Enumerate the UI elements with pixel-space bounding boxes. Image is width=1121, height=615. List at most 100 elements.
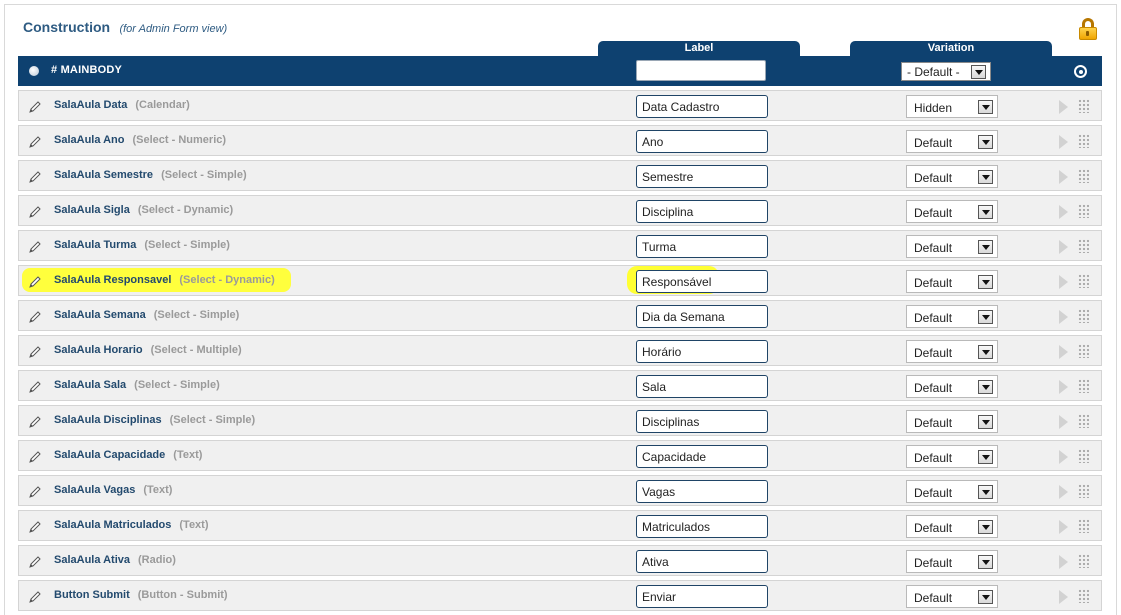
pencil-icon[interactable] (28, 170, 42, 184)
drag-handle-icon[interactable] (1078, 379, 1089, 393)
pencil-icon[interactable] (28, 380, 42, 394)
field-name[interactable]: SalaAula Disciplinas (Select - Simple) (54, 414, 255, 426)
field-row[interactable]: SalaAula Responsavel (Select - Dynamic) Re… (18, 265, 1102, 296)
arrow-right-icon[interactable] (1059, 345, 1068, 359)
pencil-icon[interactable] (28, 240, 42, 254)
mainbody-label-input[interactable] (636, 60, 766, 81)
variation-select[interactable]: Default (906, 130, 998, 153)
label-input[interactable]: Disciplina (636, 200, 768, 223)
variation-select[interactable]: Default (906, 480, 998, 503)
label-input[interactable]: Ano (636, 130, 768, 153)
chevron-down-icon[interactable] (978, 310, 993, 324)
label-input[interactable]: Turma (636, 235, 768, 258)
label-input[interactable]: Dia da Semana (636, 305, 768, 328)
field-name[interactable]: SalaAula Horario (Select - Multiple) (54, 344, 242, 356)
chevron-down-icon[interactable] (978, 450, 993, 464)
drag-handle-icon[interactable] (1078, 554, 1089, 568)
field-name[interactable]: SalaAula Sigla (Select - Dynamic) (54, 204, 233, 216)
chevron-down-icon[interactable] (978, 275, 993, 289)
chevron-down-icon[interactable] (978, 485, 993, 499)
drag-handle-icon[interactable] (1078, 99, 1089, 113)
pencil-icon[interactable] (28, 520, 42, 534)
variation-select[interactable]: Default (906, 375, 998, 398)
chevron-down-icon[interactable] (978, 240, 993, 254)
target-icon[interactable] (1074, 65, 1087, 78)
field-name[interactable]: SalaAula Vagas (Text) (54, 484, 172, 496)
chevron-down-icon[interactable] (978, 380, 993, 394)
variation-select[interactable]: Default (906, 305, 998, 328)
arrow-right-icon[interactable] (1059, 380, 1068, 394)
arrow-right-icon[interactable] (1059, 275, 1068, 289)
variation-select[interactable]: Default (906, 200, 998, 223)
label-input[interactable]: Capacidade (636, 445, 768, 468)
field-row[interactable]: Button Submit (Button - Submit) Enviar Defa… (18, 580, 1102, 611)
field-name[interactable]: SalaAula Capacidade (Text) (54, 449, 202, 461)
chevron-down-icon[interactable] (978, 205, 993, 219)
field-name[interactable]: SalaAula Sala (Select - Simple) (54, 379, 220, 391)
chevron-down-icon[interactable] (978, 415, 993, 429)
arrow-right-icon[interactable] (1059, 205, 1068, 219)
drag-handle-icon[interactable] (1078, 239, 1089, 253)
field-name[interactable]: SalaAula Ano (Select - Numeric) (54, 134, 226, 146)
field-row[interactable]: SalaAula Turma (Select - Simple) Turma Defa… (18, 230, 1102, 261)
variation-select[interactable]: Default (906, 165, 998, 188)
arrow-right-icon[interactable] (1059, 415, 1068, 429)
pencil-icon[interactable] (28, 100, 42, 114)
pencil-icon[interactable] (28, 450, 42, 464)
variation-select[interactable]: Default (906, 235, 998, 258)
arrow-right-icon[interactable] (1059, 590, 1068, 604)
drag-handle-icon[interactable] (1078, 169, 1089, 183)
drag-handle-icon[interactable] (1078, 519, 1089, 533)
arrow-right-icon[interactable] (1059, 100, 1068, 114)
pencil-icon[interactable] (28, 415, 42, 429)
field-name[interactable]: Button Submit (Button - Submit) (54, 589, 228, 601)
chevron-down-icon[interactable] (978, 590, 993, 604)
label-input[interactable]: Data Cadastro (636, 95, 768, 118)
pencil-icon[interactable] (28, 135, 42, 149)
chevron-down-icon[interactable] (978, 520, 993, 534)
pencil-icon[interactable] (28, 310, 42, 324)
arrow-right-icon[interactable] (1059, 135, 1068, 149)
drag-handle-icon[interactable] (1078, 204, 1089, 218)
variation-select[interactable]: Default (906, 410, 998, 433)
arrow-right-icon[interactable] (1059, 520, 1068, 534)
arrow-right-icon[interactable] (1059, 310, 1068, 324)
radio-dot-icon[interactable] (29, 66, 39, 76)
mainbody-variation-select[interactable]: - Default - (901, 62, 991, 81)
field-row[interactable]: SalaAula Capacidade (Text) Capacidade Defau… (18, 440, 1102, 471)
field-row[interactable]: SalaAula Ativa (Radio) Ativa Default (18, 545, 1102, 576)
variation-select[interactable]: Default (906, 340, 998, 363)
field-row[interactable]: SalaAula Vagas (Text) Vagas Default (18, 475, 1102, 506)
label-input[interactable]: Vagas (636, 480, 768, 503)
variation-select[interactable]: Default (906, 270, 998, 293)
variation-select[interactable]: Hidden (906, 95, 998, 118)
pencil-icon[interactable] (28, 555, 42, 569)
variation-select[interactable]: Default (906, 585, 998, 608)
chevron-down-icon[interactable] (978, 345, 993, 359)
drag-handle-icon[interactable] (1078, 414, 1089, 428)
arrow-right-icon[interactable] (1059, 240, 1068, 254)
label-input[interactable]: Horário (636, 340, 768, 363)
label-input[interactable]: Semestre (636, 165, 768, 188)
field-name[interactable]: SalaAula Semana (Select - Simple) (54, 309, 239, 321)
field-row[interactable]: SalaAula Sala (Select - Simple) Sala Defaul… (18, 370, 1102, 401)
arrow-right-icon[interactable] (1059, 170, 1068, 184)
drag-handle-icon[interactable] (1078, 449, 1089, 463)
field-row[interactable]: SalaAula Matriculados (Text) Matriculados D… (18, 510, 1102, 541)
label-input[interactable]: Matriculados (636, 515, 768, 538)
drag-handle-icon[interactable] (1078, 134, 1089, 148)
pencil-icon[interactable] (28, 345, 42, 359)
variation-select[interactable]: Default (906, 550, 998, 573)
field-name[interactable]: SalaAula Matriculados (Text) (54, 519, 209, 531)
drag-handle-icon[interactable] (1078, 274, 1089, 288)
variation-select[interactable]: Default (906, 515, 998, 538)
variation-select[interactable]: Default (906, 445, 998, 468)
drag-handle-icon[interactable] (1078, 484, 1089, 498)
pencil-icon[interactable] (28, 275, 42, 289)
drag-handle-icon[interactable] (1078, 589, 1089, 603)
label-input[interactable]: Enviar (636, 585, 768, 608)
arrow-right-icon[interactable] (1059, 450, 1068, 464)
label-input[interactable]: Sala (636, 375, 768, 398)
chevron-down-icon[interactable] (971, 65, 986, 79)
drag-handle-icon[interactable] (1078, 309, 1089, 323)
